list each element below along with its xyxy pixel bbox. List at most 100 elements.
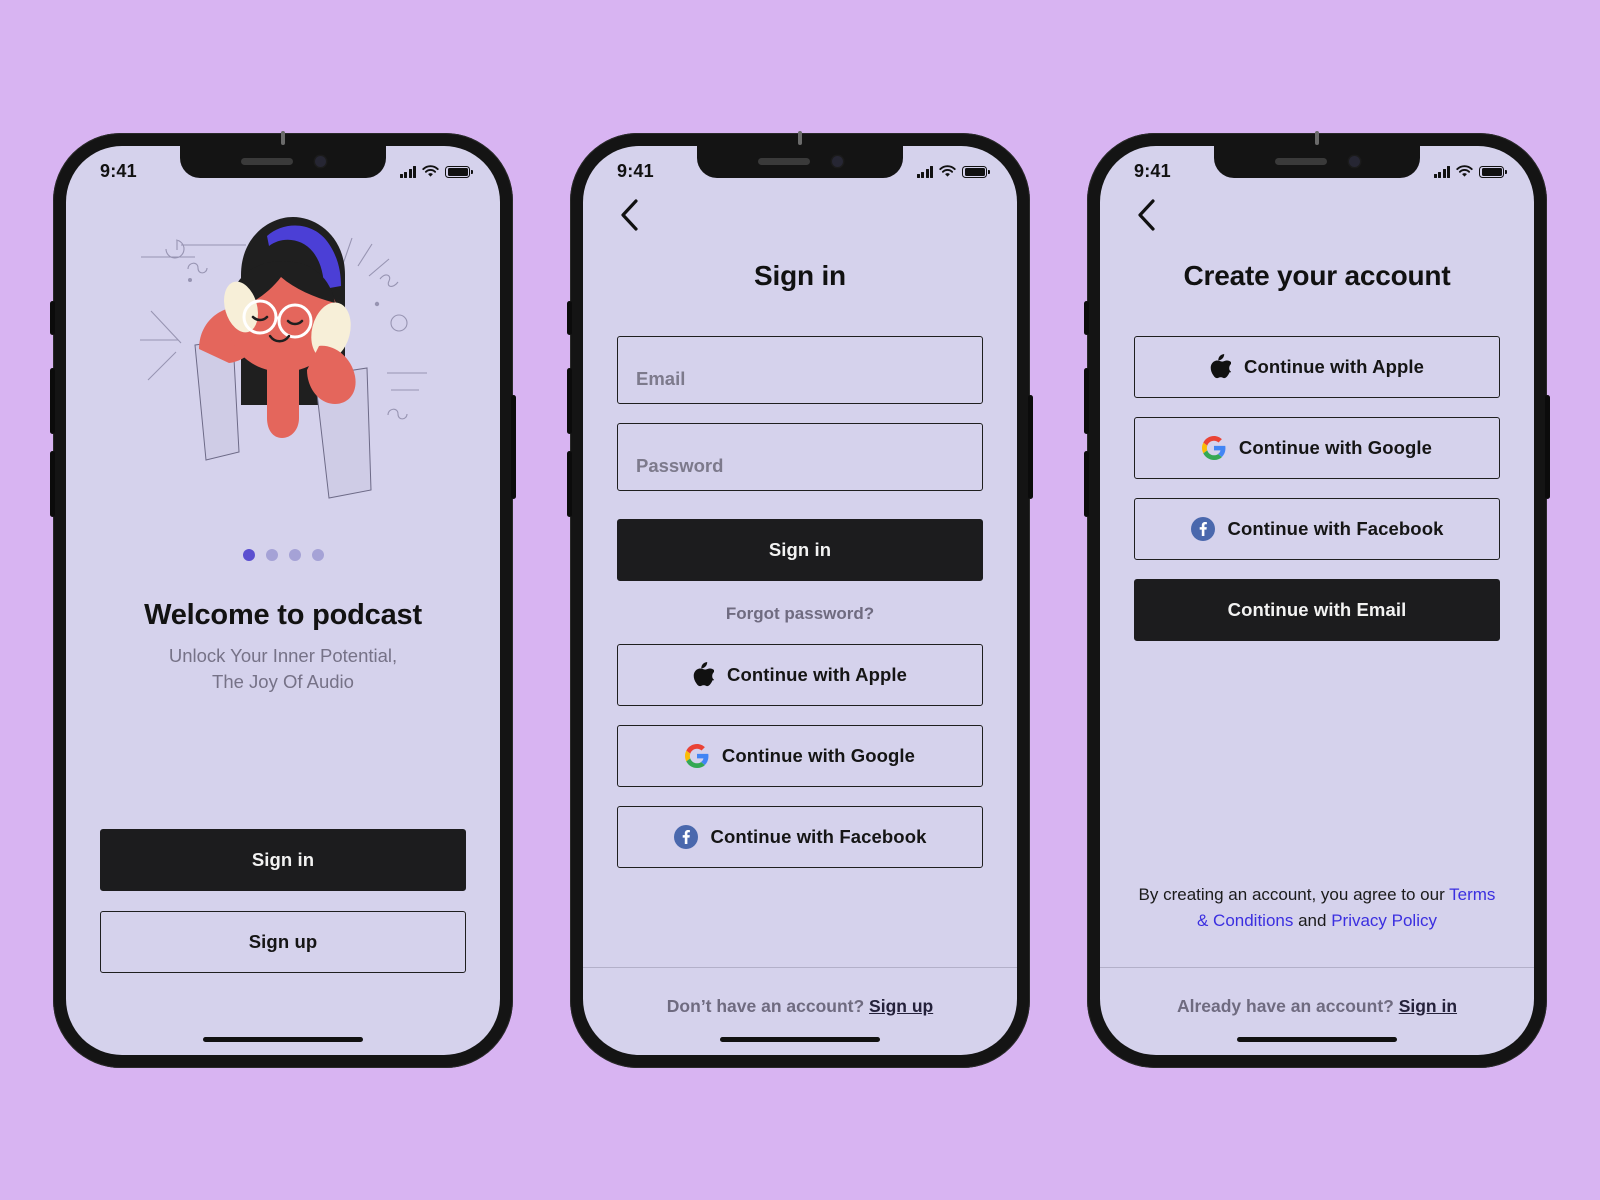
status-icons [916,165,990,178]
sign-in-content: Sign in Email Password Sign in Forgot pa… [583,192,1017,967]
welcome-content: Welcome to podcast Unlock Your Inner Pot… [66,192,500,1025]
status-bar: 9:41 [583,146,1017,192]
back-button[interactable] [1128,197,1164,233]
phone-sign-in: 9:41 Sign in Email Password Sign in Forg… [567,132,1033,1068]
power-button[interactable] [511,394,516,499]
password-field[interactable]: Password [617,422,983,491]
continue-with-apple-button[interactable]: Continue with Apple [617,643,983,706]
home-indicator[interactable] [1237,1036,1397,1043]
social-login-group: Continue with Apple Continue with Google [617,643,983,868]
power-button[interactable] [1028,394,1033,499]
silent-switch[interactable] [567,300,572,335]
screen-welcome: 9:41 Welcome to podcast Unlock Your Inne… [66,145,500,1055]
continue-with-google-button[interactable]: Continue with Google [1134,416,1500,479]
pager-dot-2[interactable] [265,548,278,561]
privacy-policy-link[interactable]: Privacy Policy [1331,911,1437,930]
onboarding-pager[interactable] [100,548,466,561]
legal-disclaimer: By creating an account, you agree to our… [1134,882,1500,967]
footer-prefix: Don’t have an account? [666,995,870,1016]
battery-full-icon [962,165,990,178]
forgot-password-link[interactable]: Forgot password? [617,604,983,624]
signup-options-group: Continue with Apple Continue with Google [1134,335,1500,641]
continue-with-facebook-label: Continue with Facebook [710,825,927,847]
email-field[interactable]: Email [617,335,983,404]
sign-up-footer: Don’t have an account? Sign up [583,968,1017,1025]
volume-up-button[interactable] [50,367,55,434]
apple-icon [693,662,714,687]
create-account-content: Create your account Continue with Apple [1100,192,1534,967]
pager-dot-1[interactable] [242,548,255,561]
wifi-icon [939,165,956,177]
continue-with-google-button[interactable]: Continue with Google [617,724,983,787]
sign-in-footer: Already have an account? Sign in [1100,968,1534,1025]
status-time: 9:41 [617,161,654,181]
facebook-icon [1190,516,1215,541]
page-subtitle: Unlock Your Inner Potential, The Joy Of … [100,643,466,697]
wifi-icon [422,165,439,177]
home-indicator-area [66,1025,500,1055]
status-bar: 9:41 [66,146,500,192]
apple-icon [1210,354,1231,379]
email-field-placeholder: Email [636,367,686,389]
volume-down-button[interactable] [1084,450,1089,517]
wifi-icon [1456,165,1473,177]
continue-with-google-label: Continue with Google [1238,436,1433,458]
continue-with-facebook-label: Continue with Facebook [1227,517,1444,539]
home-indicator[interactable] [203,1036,363,1043]
volume-down-button[interactable] [50,450,55,517]
legal-prefix: By creating an account, you agree to our [1138,884,1450,904]
volume-up-button[interactable] [1084,367,1089,434]
silent-switch[interactable] [1084,300,1089,335]
status-bar: 9:41 [1100,146,1534,192]
home-indicator[interactable] [720,1036,880,1043]
password-field-placeholder: Password [636,454,724,476]
battery-full-icon [445,165,473,178]
pager-dot-4[interactable] [311,548,324,561]
signal-bars-icon [916,166,933,178]
continue-with-facebook-button[interactable]: Continue with Facebook [617,805,983,868]
status-time: 9:41 [1134,161,1171,181]
continue-with-apple-label: Continue with Apple [1243,355,1425,377]
continue-with-google-label: Continue with Google [721,744,916,766]
page-title: Sign in [754,259,846,291]
phone-mockup-stage: 9:41 Welcome to podcast Unlock Your Inne… [0,0,1600,1200]
google-icon [1201,435,1226,460]
chevron-left-icon [620,198,638,231]
legal-middle: and [1293,911,1332,931]
top-navigation [617,192,983,238]
continue-with-apple-label: Continue with Apple [726,663,908,685]
sign-in-link[interactable]: Sign in [1399,996,1457,1016]
power-button[interactable] [1545,394,1550,499]
chevron-left-icon [1137,198,1155,231]
status-time: 9:41 [100,161,137,181]
screen-sign-in: 9:41 Sign in Email Password Sign in Forg… [583,145,1017,1055]
back-button[interactable] [611,197,647,233]
flex-spacer [100,696,466,828]
subtitle-line-2: The Joy Of Audio [212,671,354,693]
subtitle-line-1: Unlock Your Inner Potential, [168,644,398,666]
home-indicator-area [583,1025,1017,1055]
flex-spacer [1134,641,1500,882]
page-title: Welcome to podcast [144,598,422,631]
footer-prefix: Already have an account? [1176,995,1399,1016]
sign-in-submit-button[interactable]: Sign in [617,518,983,581]
continue-with-email-button[interactable]: Continue with Email [1134,578,1500,641]
continue-with-apple-button[interactable]: Continue with Apple [1134,335,1500,398]
screen-create-account: 9:41 Create your account Continue with A… [1100,145,1534,1055]
pager-dot-3[interactable] [288,548,301,561]
signal-bars-icon [399,166,416,178]
facebook-icon [673,824,698,849]
home-indicator-area [1100,1025,1534,1055]
volume-down-button[interactable] [567,450,572,517]
sign-up-link[interactable]: Sign up [869,996,933,1016]
phone-welcome: 9:41 Welcome to podcast Unlock Your Inne… [50,132,516,1068]
continue-with-facebook-button[interactable]: Continue with Facebook [1134,497,1500,560]
sign-in-button[interactable]: Sign in [100,828,466,891]
volume-up-button[interactable] [567,367,572,434]
silent-switch[interactable] [50,300,55,335]
phone-create-account: 9:41 Create your account Continue with A… [1084,132,1550,1068]
google-icon [684,743,709,768]
signal-bars-icon [1433,166,1450,178]
sign-up-button[interactable]: Sign up [100,910,466,973]
status-icons [399,165,473,178]
